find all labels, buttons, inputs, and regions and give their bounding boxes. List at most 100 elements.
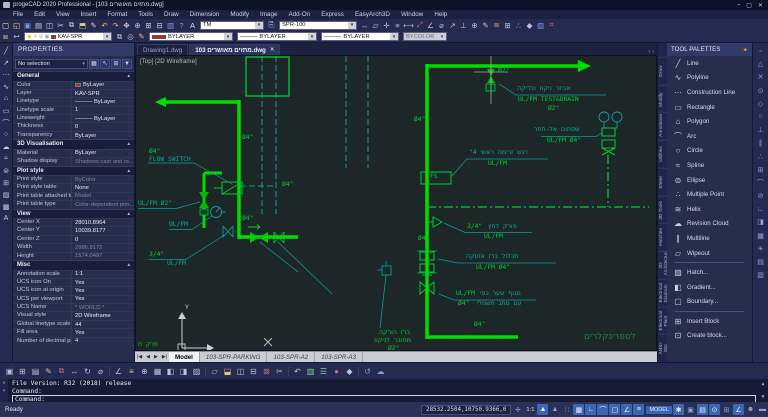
- layer-combo[interactable]: ◉ ☀ ⊘ ▣ KAV-SPR ▾: [24, 32, 112, 41]
- property-row[interactable]: Center Z 0: [13, 234, 134, 244]
- tolerance-icon[interactable]: ⊥: [458, 20, 469, 30]
- zoom-window-icon[interactable]: ⊞: [143, 20, 154, 30]
- layers-manager-icon[interactable]: ≣: [0, 32, 11, 42]
- palette-icon[interactable]: ▤: [29, 365, 42, 378]
- menu-help[interactable]: Help: [429, 11, 452, 18]
- match-layer-icon[interactable]: ✎: [136, 32, 147, 42]
- section-header-3d-visualisation[interactable]: 3D Visualisation ▴: [13, 139, 134, 149]
- quick-filter-icon[interactable]: ▼: [122, 58, 132, 69]
- property-row[interactable]: UCS icon On Yes: [13, 277, 134, 287]
- palette-tool-gradient-[interactable]: ◧ Gradient...: [667, 280, 752, 295]
- minimize-button[interactable]: –: [737, 2, 740, 9]
- property-value[interactable]: Shadows cast and re...: [71, 158, 134, 166]
- palette-tool-boundary-[interactable]: ▢ Boundary...: [667, 295, 752, 310]
- make-block-icon[interactable]: ⊞: [502, 20, 513, 30]
- dim-edit-icon[interactable]: ✎: [480, 20, 491, 30]
- arc-icon[interactable]: ⌒: [1, 117, 12, 128]
- matchprops-icon[interactable]: ✎: [88, 20, 99, 30]
- print-icon[interactable]: ▤: [33, 20, 44, 30]
- palette-tool-rectangle[interactable]: ▭ Rectangle: [667, 100, 752, 115]
- toggle-pickadd-icon[interactable]: ▦: [89, 58, 99, 69]
- esnap-tangent-icon[interactable]: ○: [754, 111, 767, 123]
- model-space-toggle[interactable]: MODEL: [646, 405, 672, 414]
- chevron-down-icon[interactable]: ▾: [390, 33, 398, 40]
- settings-gear-icon[interactable]: ✱: [673, 404, 684, 415]
- window-icon[interactable]: ◫: [234, 365, 247, 378]
- property-row[interactable]: Transparency ByLayer: [13, 130, 134, 140]
- rectangle-icon[interactable]: ▭: [1, 105, 12, 116]
- section-header-general[interactable]: General ▴: [13, 71, 134, 81]
- menu-express[interactable]: Express: [316, 11, 349, 18]
- collab-icon[interactable]: ☻: [745, 404, 756, 415]
- property-value[interactable]: ByLayer: [71, 81, 134, 89]
- construction-line-icon[interactable]: ⋯: [1, 69, 12, 80]
- close-icon[interactable]: ✕: [270, 47, 275, 53]
- property-value[interactable]: Yes: [71, 329, 134, 337]
- menu-tools[interactable]: Tools: [133, 11, 158, 18]
- markup-icon[interactable]: ●: [330, 365, 343, 378]
- layout-tab-103-spr-a3[interactable]: 103-SPR-A3: [315, 352, 363, 362]
- minus-icon[interactable]: ⊟: [247, 365, 260, 378]
- esnap-node-icon[interactable]: ∴: [754, 151, 767, 163]
- ortho-toggle[interactable]: ∟: [585, 404, 597, 415]
- palette-tab-modify[interactable]: Modify: [658, 84, 667, 113]
- lights-icon[interactable]: ☀: [754, 243, 767, 255]
- rotate-icon[interactable]: ↻: [81, 365, 94, 378]
- folder2-icon[interactable]: ▥: [754, 269, 767, 281]
- menu-add-on[interactable]: Add-On: [283, 11, 315, 18]
- center-mark-icon[interactable]: ⊕: [469, 20, 480, 30]
- esnap-center-icon[interactable]: ⊙: [754, 85, 767, 97]
- palette-tab-3d-tools[interactable]: 3D Tools: [658, 195, 667, 224]
- palette-tool-polygon[interactable]: ⌂ Polygon: [667, 114, 752, 129]
- snap-toggle[interactable]: ∷: [561, 404, 572, 415]
- revcloud-icon[interactable]: ☁: [1, 141, 12, 152]
- quick-select-icon[interactable]: ⊞: [111, 58, 121, 69]
- etrack-toggle[interactable]: ∠: [621, 404, 633, 415]
- palette-settings-icon[interactable]: ✦: [743, 46, 748, 54]
- esnap-quadrant-icon[interactable]: ◇: [754, 98, 767, 110]
- drawing-canvas[interactable]: [Top] [2D Wireframe] Ø4" Ø4" FLOW SWITCH…: [135, 55, 657, 351]
- esnap-endpoint-icon[interactable]: ▫: [754, 45, 767, 57]
- property-value[interactable]: ——— ByLayer: [71, 115, 134, 123]
- zoom-previous-icon[interactable]: ⊟: [154, 20, 165, 30]
- palette-tab-sheet[interactable]: Sheet: [658, 167, 667, 196]
- text-icon[interactable]: A: [1, 213, 12, 224]
- property-row[interactable]: Center X 28010.8964: [13, 218, 134, 227]
- tablet-icon[interactable]: ⊞: [721, 404, 732, 415]
- sync-icon[interactable]: ↺: [361, 365, 374, 378]
- region-icon[interactable]: ▩: [1, 201, 12, 212]
- grid2-icon[interactable]: ▦: [151, 365, 164, 378]
- property-value[interactable]: 10039.8177: [71, 227, 134, 235]
- palette-tool-insert-block[interactable]: ⊞ Insert Block: [667, 314, 752, 329]
- save-icon[interactable]: ▣: [22, 20, 33, 30]
- property-row[interactable]: Print table type Color-dependent prin...: [13, 200, 134, 209]
- esnap-none-icon[interactable]: ⊘: [754, 190, 767, 202]
- palette-tool-construction-line[interactable]: ⋯ Construction Line: [667, 85, 752, 100]
- esnap-parallel-icon[interactable]: ∥: [754, 137, 767, 149]
- annotation-visibility-toggle[interactable]: ▲: [537, 404, 549, 415]
- dim-aligned-icon[interactable]: ⤢: [414, 20, 425, 30]
- cmd-close-icon[interactable]: ✕: [2, 380, 5, 386]
- scale-icon[interactable]: ⌀: [94, 365, 107, 378]
- paste-icon[interactable]: ⬒: [77, 20, 88, 30]
- palette-tool-polyline[interactable]: ∿ Polyline: [667, 71, 752, 86]
- annotation-auto-toggle[interactable]: ▲: [549, 404, 560, 415]
- palette-tool-line[interactable]: ╱ Line: [667, 56, 752, 71]
- palette-tool-hatch-[interactable]: ▨ Hatch...: [667, 265, 752, 280]
- palette-tab-draw[interactable]: Draw: [658, 57, 667, 85]
- pan-icon[interactable]: ✥: [121, 20, 132, 30]
- property-row[interactable]: Global linetype scale 44: [13, 319, 134, 329]
- layer-previous-icon[interactable]: ↩: [11, 32, 22, 42]
- undo-icon[interactable]: ↶: [99, 20, 110, 30]
- palette-tab-ansi-iso[interactable]: ANSI-ISO: [658, 334, 667, 363]
- esnap-intersection-icon[interactable]: ✕: [754, 71, 767, 83]
- cloud-icon[interactable]: ☁: [374, 365, 387, 378]
- chevron-down-icon[interactable]: ▾: [348, 21, 356, 29]
- property-row[interactable]: Lineweight ——— ByLayer: [13, 114, 134, 123]
- property-value[interactable]: Yes: [71, 287, 134, 295]
- isolate-layer-icon[interactable]: ◎: [125, 32, 136, 42]
- hatch2-icon[interactable]: ▨: [190, 365, 203, 378]
- crosshair-toggle[interactable]: ✛: [512, 404, 523, 415]
- cmd-scroll-down-icon[interactable]: ▼: [761, 394, 764, 400]
- property-row[interactable]: Print table attached to Model: [13, 191, 134, 201]
